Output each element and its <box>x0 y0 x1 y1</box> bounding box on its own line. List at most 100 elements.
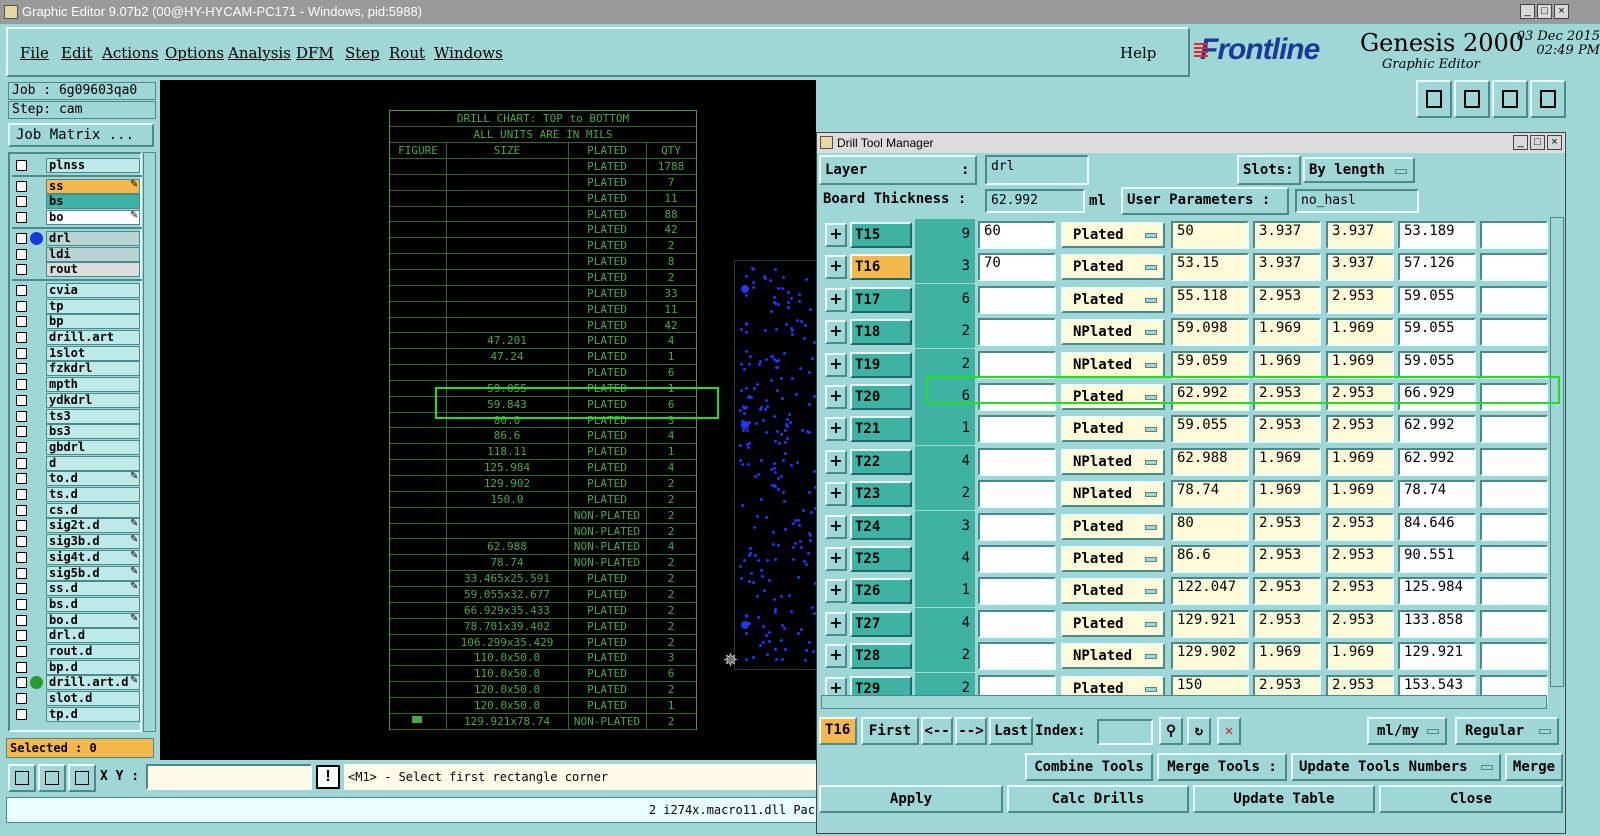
tool-number-button[interactable]: T22 <box>850 448 912 475</box>
tool-row[interactable]: + T15 9 60 Plated 50 3.937 3.937 53.189 <box>821 219 1549 251</box>
layer-name[interactable]: drl.d <box>46 628 140 644</box>
tolerance-minus-input[interactable]: 1.969 <box>1326 318 1394 347</box>
tool-number-button[interactable]: T28 <box>850 643 912 670</box>
layer-checkbox[interactable] <box>16 504 27 516</box>
expand-icon[interactable]: + <box>825 611 847 636</box>
layer-row[interactable]: sig3b.d ✎ <box>12 534 142 550</box>
tool-row[interactable]: + T22 4 NPlated 62.988 1.969 1.969 62.992 <box>821 445 1549 478</box>
tool-row[interactable]: + T26 1 Plated 122.047 2.953 2.953 125.984 <box>821 575 1549 608</box>
drill-size-input[interactable]: 62.988 <box>1171 447 1249 476</box>
layer-checkbox[interactable] <box>16 708 27 720</box>
tool-row[interactable]: + T24 3 Plated 80 2.953 2.953 84.646 <box>821 510 1549 543</box>
layer-row[interactable]: drill.art <box>12 330 142 345</box>
layer-checkbox[interactable] <box>16 441 27 453</box>
tolerance-minus-input[interactable]: 2.953 <box>1326 609 1394 638</box>
last-button[interactable]: Last <box>989 717 1033 745</box>
layer-name[interactable]: tp.d <box>46 706 140 722</box>
tolerance-plus-input[interactable]: 2.953 <box>1253 609 1321 638</box>
finish-size-input[interactable] <box>978 512 1056 541</box>
tool-size-input[interactable]: 57.126 <box>1398 253 1476 282</box>
dialog-maximize-button[interactable]: □ <box>1530 135 1545 150</box>
plating-dropdown[interactable]: NPlated <box>1061 643 1165 670</box>
update-tools-numbers-dropdown[interactable]: Update Tools Numbers <box>1291 753 1501 781</box>
plating-dropdown[interactable]: Plated <box>1061 610 1165 637</box>
calc-drills-button[interactable]: Calc Drills <box>1007 785 1189 813</box>
tolerance-plus-input[interactable]: 2.953 <box>1253 285 1321 314</box>
drill-size-input[interactable]: 55.118 <box>1171 285 1249 314</box>
menu-windows[interactable]: Windows <box>434 44 503 62</box>
layer-row[interactable]: bs <box>12 194 142 210</box>
tool-row[interactable]: + T23 2 NPlated 78.74 1.969 1.969 78.74 <box>821 478 1549 511</box>
job-matrix-button[interactable]: Job Matrix ... <box>8 123 154 147</box>
menu-dfm[interactable]: DFM <box>296 44 334 62</box>
layer-name[interactable]: bp <box>46 314 140 330</box>
layer-checkbox[interactable] <box>16 316 27 328</box>
drill-size-input[interactable]: 122.047 <box>1171 577 1249 606</box>
graphic-canvas[interactable]: DRILL CHART: TOP to BOTTOM ALL UNITS ARE… <box>160 80 816 760</box>
plating-dropdown[interactable]: NPlated <box>1061 448 1165 475</box>
layer-name[interactable]: slot.d <box>46 691 140 707</box>
menu-analysis[interactable]: Analysis <box>228 44 291 62</box>
prev-button[interactable]: <-- <box>921 717 953 745</box>
layer-row[interactable]: mpth <box>12 377 142 393</box>
drill-size-input[interactable]: 59.098 <box>1171 318 1249 347</box>
refresh-icon[interactable]: ↻ <box>1187 717 1211 745</box>
menu-step[interactable]: Step <box>345 44 380 62</box>
tool-size-input[interactable]: 84.646 <box>1398 512 1476 541</box>
tool-row[interactable]: + T18 2 NPlated 59.098 1.969 1.969 59.055 <box>821 316 1549 349</box>
layer-checkbox[interactable] <box>16 232 27 244</box>
layer-row[interactable]: ydkdrl <box>12 392 142 408</box>
tool-number-button[interactable]: T25 <box>850 546 912 572</box>
layer-name[interactable]: ss.d <box>46 581 140 597</box>
finish-size-input[interactable]: 70 <box>978 253 1056 282</box>
layer-name[interactable]: d <box>46 455 140 471</box>
layer-row[interactable]: d <box>12 455 142 471</box>
finish-size-input[interactable] <box>978 577 1056 606</box>
layer-row[interactable]: bs.d <box>12 596 142 612</box>
search-icon[interactable]: ⚲ <box>1159 717 1183 745</box>
remark-input[interactable] <box>1480 642 1548 671</box>
layer-row[interactable]: bp <box>12 314 142 330</box>
drill-size-input[interactable]: 80 <box>1171 512 1249 541</box>
tool-number-button[interactable]: T18 <box>850 319 912 346</box>
layer-checkbox[interactable] <box>16 196 27 208</box>
tolerance-plus-input[interactable]: 2.953 <box>1253 577 1321 606</box>
minimize-button[interactable]: _ <box>1520 4 1535 19</box>
plating-dropdown[interactable]: Plated <box>1061 546 1165 572</box>
tool-size-input[interactable]: 59.055 <box>1398 285 1476 314</box>
remark-input[interactable] <box>1480 545 1548 573</box>
tool-size-input[interactable]: 59.055 <box>1398 318 1476 347</box>
layer-checkbox[interactable] <box>16 583 27 595</box>
tolerance-plus-input[interactable]: 1.969 <box>1253 480 1321 509</box>
tolerance-minus-input[interactable]: 3.937 <box>1326 221 1394 249</box>
layer-checkbox[interactable] <box>16 520 27 532</box>
layer-row[interactable]: ldi <box>12 246 142 262</box>
layer-row[interactable]: gbdrl <box>12 439 142 455</box>
layer-row[interactable]: drill.art.d ✎ <box>12 675 142 691</box>
layer-row[interactable]: fzkdrl <box>12 361 142 377</box>
layer-name[interactable]: bp.d <box>46 659 140 675</box>
index-input[interactable] <box>1097 719 1153 745</box>
home-icon[interactable] <box>1492 80 1528 118</box>
remark-input[interactable] <box>1480 253 1548 282</box>
layer-name[interactable]: ydkdrl <box>46 392 140 408</box>
tolerance-minus-input[interactable]: 1.969 <box>1326 480 1394 509</box>
remark-input[interactable] <box>1480 480 1548 509</box>
remark-input[interactable] <box>1480 609 1548 638</box>
tool-number-button[interactable]: T23 <box>850 481 912 508</box>
layer-name[interactable]: bs3 <box>46 424 140 440</box>
tool-number-button[interactable]: T15 <box>850 222 912 248</box>
tolerance-plus-input[interactable]: 1.969 <box>1253 642 1321 671</box>
tool-size-input[interactable]: 62.992 <box>1398 415 1476 444</box>
expand-icon[interactable]: + <box>825 644 847 669</box>
layer-checkbox[interactable] <box>16 473 27 485</box>
tolerance-minus-input[interactable]: 1.969 <box>1326 447 1394 476</box>
layer-row[interactable]: bo.d ✎ <box>12 612 142 628</box>
layer-name[interactable]: bs <box>46 194 140 210</box>
zoom-window-icon[interactable] <box>1530 80 1566 118</box>
remark-input[interactable] <box>1480 447 1548 476</box>
snap-icon[interactable] <box>8 764 36 792</box>
layer-name[interactable]: sig4t.d <box>46 549 140 565</box>
layer-checkbox[interactable] <box>16 347 27 359</box>
layer-checkbox[interactable] <box>16 598 27 610</box>
